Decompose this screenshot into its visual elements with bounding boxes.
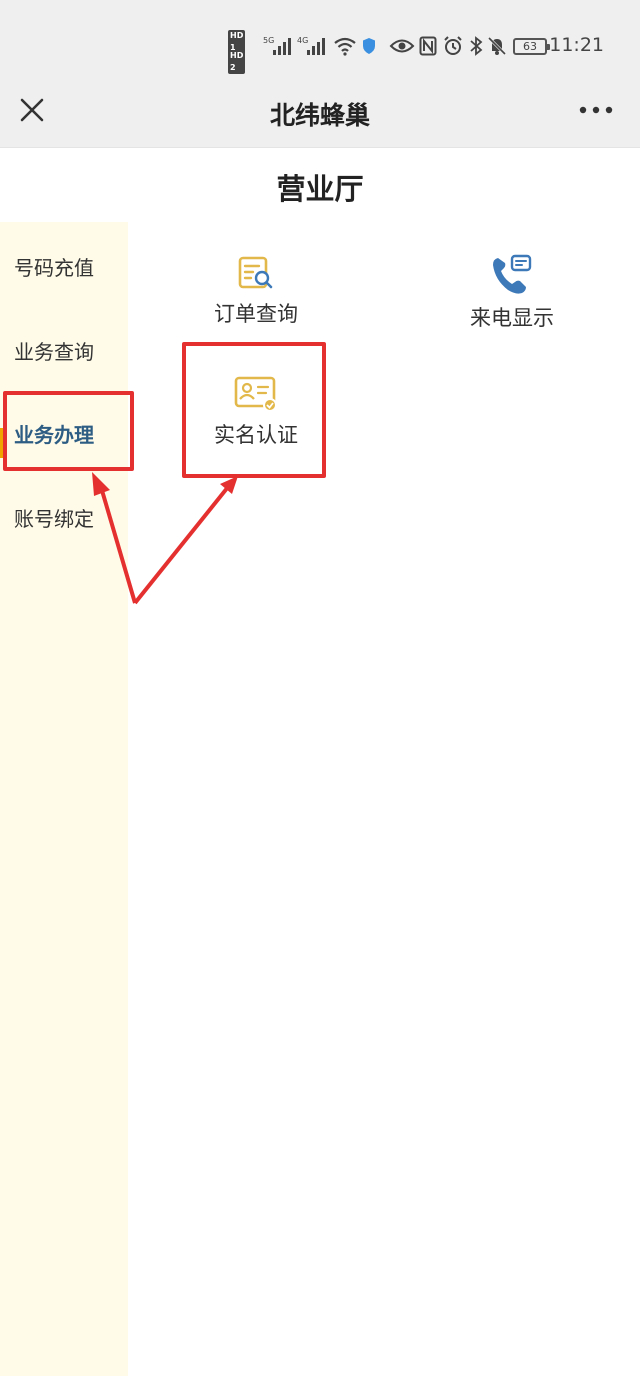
nfc-icon	[419, 36, 437, 56]
status-bar: HD 1 HD 2 5G 4G 63 11:21	[0, 0, 640, 80]
title-bar: 北纬蜂巢	[0, 80, 640, 148]
grid-label-order-query: 订单查询	[214, 302, 298, 326]
grid-item-real-name-auth[interactable]: 实名认证	[181, 375, 331, 449]
mute-bell-icon	[487, 36, 507, 56]
sidebar-item-business-query[interactable]: 业务查询	[14, 336, 94, 365]
eye-icon	[389, 39, 415, 53]
id-card-icon	[234, 376, 277, 412]
grid-item-caller-display[interactable]: 来电显示	[437, 254, 587, 332]
more-icon[interactable]	[578, 102, 614, 118]
phone-display-icon	[493, 254, 532, 294]
status-time: 11:21	[549, 34, 604, 56]
signal-icon	[273, 38, 291, 55]
sidebar-item-account-binding[interactable]: 账号绑定	[14, 503, 94, 532]
sidebar: 号码充值 业务查询 业务办理 账号绑定	[0, 222, 128, 1376]
signal-icon	[307, 38, 325, 55]
page-heading: 营业厅	[276, 172, 364, 206]
sidebar-item-recharge[interactable]: 号码充值	[14, 252, 94, 281]
wifi-icon	[334, 37, 356, 56]
arrow-line-right	[133, 485, 230, 605]
order-search-icon	[238, 256, 273, 289]
grid-label-caller-display: 来电显示	[470, 306, 554, 330]
grid-label-real-name-auth: 实名认证	[214, 423, 298, 447]
grid-item-order-query[interactable]: 订单查询	[181, 254, 331, 328]
bluetooth-icon	[470, 36, 483, 56]
alarm-icon	[444, 36, 462, 55]
page-root: HD 1 HD 2 5G 4G 63 11:21 北纬蜂巢 营业厅 号码充值 业…	[0, 0, 640, 1376]
app-title: 北纬蜂巢	[269, 101, 370, 130]
active-indicator	[0, 428, 4, 458]
battery-indicator: 63	[513, 38, 550, 55]
hd2-badge: HD 2	[228, 50, 246, 74]
arrowhead-right	[220, 476, 238, 494]
shield-icon	[363, 38, 375, 54]
sidebar-item-business-handling[interactable]: 业务办理	[14, 419, 94, 448]
